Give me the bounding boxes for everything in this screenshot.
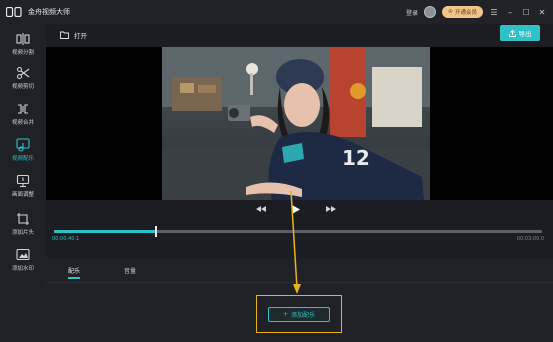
crown-icon: ♔ bbox=[448, 9, 453, 15]
minimize-icon[interactable]: – bbox=[505, 6, 515, 18]
sidebar-item-split[interactable]: 视频分割 bbox=[0, 32, 46, 62]
play-icon[interactable] bbox=[290, 203, 302, 215]
login-link[interactable]: 登录 bbox=[406, 8, 418, 17]
video-frame-image: 12 bbox=[162, 47, 430, 200]
app-title: 金舟视频大师 bbox=[28, 8, 70, 16]
sidebar-item-label: 添加水印 bbox=[11, 266, 34, 272]
add-music-button[interactable]: + 添加配乐 bbox=[268, 307, 330, 322]
sidebar-item-intro[interactable]: 添加片头 bbox=[0, 212, 46, 242]
video-frame[interactable]: 12 bbox=[162, 47, 430, 200]
app-window: 金舟视频大师 登录 ♔ 开通会员 ☰ – ☐ ✕ 视频分割 视频剪切 视频合并 … bbox=[0, 0, 553, 342]
rewind-icon[interactable] bbox=[255, 203, 267, 215]
svg-text:12: 12 bbox=[342, 146, 370, 170]
maximize-icon[interactable]: ☐ bbox=[521, 6, 531, 18]
close-icon[interactable]: ✕ bbox=[537, 6, 547, 18]
timeline: 00:00:40.1 00:03:09.0 bbox=[46, 218, 553, 256]
folder-icon bbox=[60, 31, 69, 39]
progress-track[interactable] bbox=[54, 226, 542, 237]
video-preview: 12 bbox=[46, 47, 553, 200]
music-panel: 配乐 音量 + 添加配乐 bbox=[46, 258, 553, 342]
merge-icon bbox=[18, 104, 28, 114]
current-time: 00:00:40.1 bbox=[52, 236, 80, 242]
sidebar-item-label: 画面调整 bbox=[11, 192, 34, 198]
export-button[interactable]: 导出 bbox=[500, 25, 540, 41]
sidebar-item-watermark[interactable]: 添加水印 bbox=[0, 248, 46, 278]
divider bbox=[46, 282, 553, 283]
adjust-icon bbox=[16, 174, 30, 188]
vip-button[interactable]: ♔ 开通会员 bbox=[442, 6, 483, 18]
intro-icon bbox=[17, 213, 29, 225]
sidebar-item-label: 视频配乐 bbox=[11, 156, 34, 162]
toolbar: 打开 导出 bbox=[46, 24, 553, 46]
active-tab-indicator bbox=[68, 277, 80, 279]
menu-icon[interactable]: ☰ bbox=[489, 6, 499, 18]
tab-volume[interactable]: 音量 bbox=[124, 266, 136, 275]
app-logo-icon bbox=[6, 6, 22, 18]
sidebar: 视频分割 视频剪切 视频合并 视频配乐 画面调整 添加片头 添加水印 bbox=[0, 24, 46, 342]
total-time: 00:03:09.0 bbox=[516, 236, 544, 242]
sidebar-item-merge[interactable]: 视频合并 bbox=[0, 102, 46, 132]
sidebar-item-label: 视频分割 bbox=[11, 50, 34, 56]
sidebar-item-label: 添加片头 bbox=[11, 230, 34, 236]
title-bar: 金舟视频大师 登录 ♔ 开通会员 ☰ – ☐ ✕ bbox=[0, 0, 553, 24]
progress-fill bbox=[54, 230, 157, 233]
split-icon bbox=[16, 33, 30, 45]
sidebar-item-cut[interactable]: 视频剪切 bbox=[0, 66, 46, 96]
progress-handle[interactable] bbox=[155, 226, 158, 237]
open-button[interactable]: 打开 bbox=[60, 30, 87, 40]
sidebar-item-label: 视频合并 bbox=[11, 120, 34, 126]
add-music-label: 添加配乐 bbox=[291, 312, 316, 319]
vip-label: 开通会员 bbox=[454, 10, 477, 16]
playback-controls bbox=[46, 200, 553, 218]
watermark-icon bbox=[16, 248, 30, 261]
open-label: 打开 bbox=[74, 32, 87, 40]
plus-icon: + bbox=[282, 311, 288, 318]
sidebar-item-music[interactable]: 视频配乐 bbox=[0, 138, 46, 168]
sidebar-item-adjust[interactable]: 画面调整 bbox=[0, 174, 46, 204]
scissors-icon bbox=[16, 66, 30, 80]
export-label: 导出 bbox=[518, 30, 532, 38]
sidebar-item-label: 视频剪切 bbox=[11, 84, 34, 90]
tab-music[interactable]: 配乐 bbox=[68, 266, 80, 275]
avatar[interactable] bbox=[424, 6, 437, 18]
export-icon bbox=[508, 29, 516, 37]
highlight-box: + 添加配乐 bbox=[256, 295, 342, 333]
fast-forward-icon[interactable] bbox=[325, 203, 337, 215]
music-icon bbox=[16, 138, 30, 152]
